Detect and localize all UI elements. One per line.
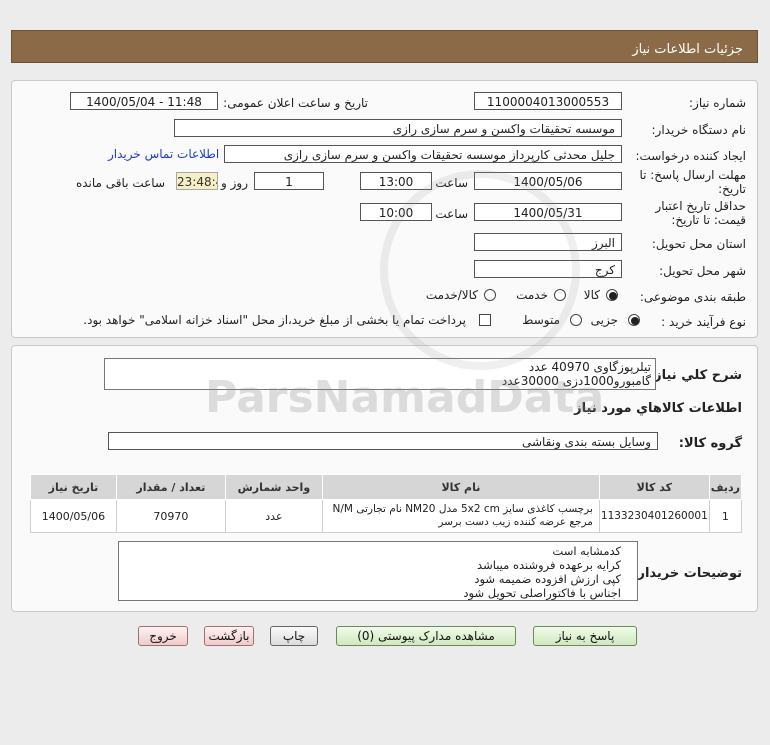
- col-code: کد کالا: [598, 474, 710, 500]
- process-label: نوع فرآیند خرید :: [661, 315, 746, 329]
- requester-label: ایجاد کننده درخواست:: [635, 149, 746, 163]
- category-option-goods: کالا: [583, 288, 600, 302]
- process-option-medium: متوسط: [522, 313, 560, 327]
- validity-label: حداقل تاریخ اعتبار قیمت: تا تاریخ:: [655, 199, 746, 227]
- summary-field: تیلرپوزگاوی 40970 عدد گامبورو1000دزی 300…: [104, 358, 656, 390]
- process-option-partial: جزیی: [590, 313, 618, 327]
- category-radio-goods-service[interactable]: [484, 289, 496, 301]
- deadline-label: مهلت ارسال پاسخ: تا تاریخ:: [639, 168, 746, 196]
- cell-row: 1: [708, 499, 743, 533]
- summary-line-1: تیلرپوزگاوی 40970 عدد: [528, 360, 651, 374]
- treasury-payment-checkbox[interactable]: [479, 314, 491, 326]
- goods-table: ردیف کد کالا نام کالا واحد شمارش تعداد /…: [30, 474, 743, 533]
- process-radio-partial[interactable]: [628, 314, 640, 326]
- buyer-note-2: کرایه برعهده فروشنده میباشد: [477, 558, 621, 572]
- province-field: البرز: [474, 233, 622, 251]
- buyer-notes-label: توضیحات خریدار:: [632, 566, 742, 581]
- cell-name-line-1: برچسب کاغذی سایز 5x2 cm مدل NM20 نام تجا…: [332, 503, 593, 515]
- remaining-label: ساعت باقی مانده: [75, 176, 165, 190]
- col-date: تاریخ نیاز: [30, 474, 117, 500]
- col-qty: تعداد / مقدار: [115, 474, 226, 500]
- province-label: استان محل تحویل:: [651, 237, 746, 251]
- announce-label: تاریخ و ساعت اعلان عمومی:: [223, 96, 368, 110]
- validity-time-field: 10:00: [360, 203, 432, 221]
- category-label: طبقه بندی موضوعی:: [639, 290, 746, 304]
- validity-date-field: 1400/05/31: [474, 203, 622, 221]
- col-name: نام کالا: [321, 474, 600, 500]
- buyer-note-3: کپی ارزش افزوده ضمیمه شود: [474, 572, 621, 586]
- summary-label: شرح کلي نياز:: [648, 368, 742, 383]
- need-number-field: 1100004013000553: [474, 92, 622, 110]
- reply-button[interactable]: پاسخ به نیاز: [533, 626, 637, 646]
- goods-group-label: گروه کالا:: [678, 436, 742, 451]
- exit-button[interactable]: خروج: [138, 626, 188, 646]
- attachments-button[interactable]: مشاهده مدارک پیوستی (0): [336, 626, 516, 646]
- page-title: جزئیات اطلاعات نیاز: [632, 42, 743, 57]
- cell-name: برچسب کاغذی سایز 5x2 cm مدل NM20 نام تجا…: [321, 499, 600, 533]
- cell-qty: 70970: [115, 499, 226, 533]
- goods-info-title: اطلاعات کالاهاي مورد نياز: [574, 401, 742, 416]
- category-radio-goods[interactable]: [606, 289, 618, 301]
- city-field: کرج: [474, 260, 622, 278]
- goods-group-field: وسایل بسته بندی ونقاشی: [108, 432, 658, 450]
- need-number-label: شماره نیاز:: [689, 96, 746, 110]
- category-option-service: خدمت: [516, 288, 548, 302]
- cell-date: 1400/05/06: [30, 499, 117, 533]
- buyer-org-field: موسسه تحقیقات واکسن و سرم سازی رازی: [174, 119, 622, 137]
- buyer-notes-field: کدمشابه است کرایه برعهده فروشنده میباشد …: [118, 541, 638, 601]
- deadline-time-label: ساعت: [435, 176, 468, 190]
- validity-time-label: ساعت: [435, 207, 468, 221]
- print-button[interactable]: چاپ: [270, 626, 318, 646]
- table-row: 1 1133230401260001 برچسب کاغذی سایز 5x2 …: [30, 499, 743, 533]
- col-unit: واحد شمارش: [224, 474, 323, 500]
- requester-field: جلیل محدثی کارپرداز موسسه تحقیقات واکسن …: [224, 145, 622, 163]
- cell-name-line-2: مرجع عرضه کننده زیب دست برسر: [438, 516, 593, 528]
- buyer-note-4: اجناس با فاکتوراصلی تحویل شود: [463, 586, 621, 600]
- page-header: جزئیات اطلاعات نیاز: [11, 30, 758, 63]
- deadline-time-field: 13:00: [360, 172, 432, 190]
- col-row: ردیف: [708, 474, 743, 500]
- buyer-contact-link[interactable]: اطلاعات تماس خریدار: [108, 147, 219, 161]
- back-button[interactable]: بازگشت: [204, 626, 254, 646]
- cell-unit: عدد: [224, 499, 323, 533]
- remaining-time-field: 23:48:47: [176, 172, 218, 190]
- buyer-org-label: نام دستگاه خریدار:: [651, 123, 747, 137]
- days-field: 1: [254, 172, 324, 190]
- deadline-date-field: 1400/05/06: [474, 172, 622, 190]
- buyer-note-1: کدمشابه است: [552, 544, 621, 558]
- treasury-payment-note: پرداخت تمام یا بخشی از مبلغ خرید،از محل …: [83, 313, 466, 327]
- summary-line-2: گامبورو1000دزی 30000عدد: [501, 374, 651, 388]
- goods-table-header: ردیف کد کالا نام کالا واحد شمارش تعداد /…: [30, 474, 743, 500]
- days-label: روز و: [221, 176, 248, 190]
- announce-field: 1400/05/04 - 11:48: [70, 92, 218, 110]
- process-radio-medium[interactable]: [570, 314, 582, 326]
- cell-code: 1133230401260001: [598, 499, 710, 533]
- category-radio-service[interactable]: [554, 289, 566, 301]
- city-label: شهر محل تحویل:: [659, 264, 746, 278]
- category-option-goods-service: کالا/خدمت: [425, 288, 478, 302]
